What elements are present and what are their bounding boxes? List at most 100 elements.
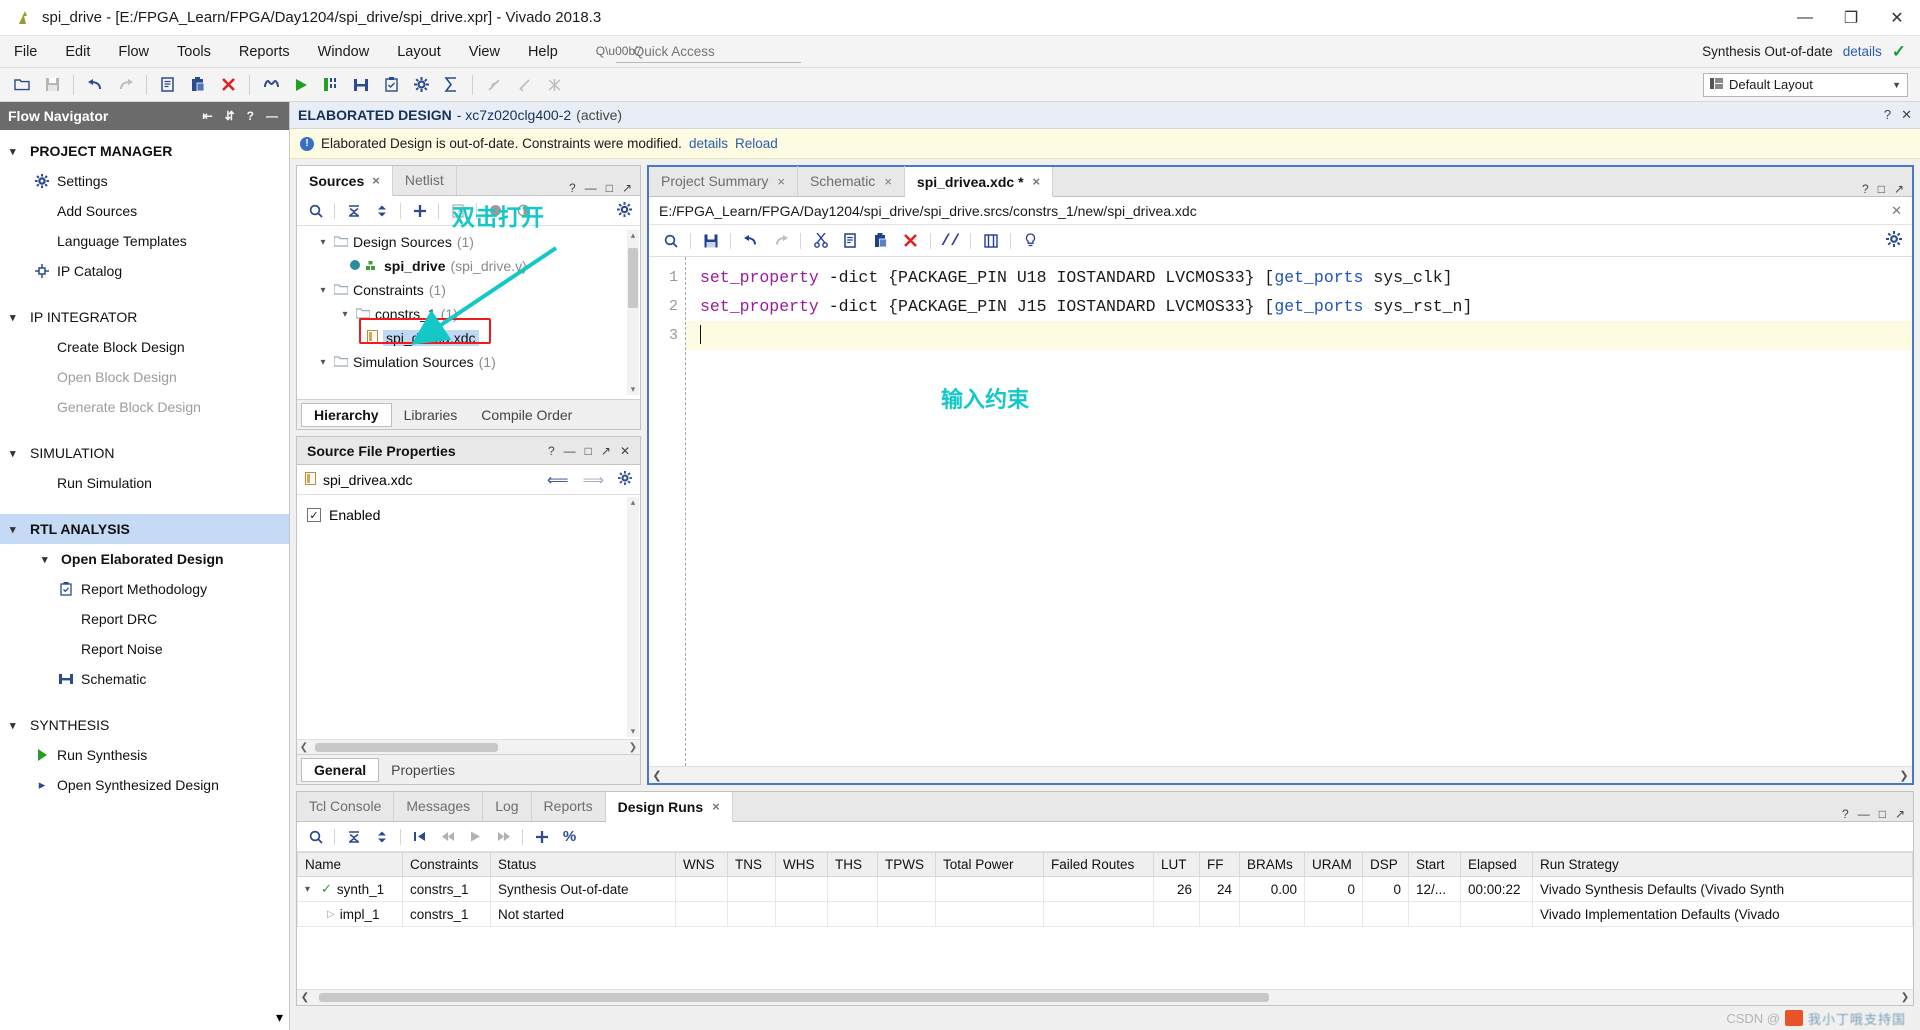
design-runs-hscrollbar[interactable]: ❮ ❯ <box>297 989 1913 1005</box>
sfp-scrollbar[interactable]: ▴ ▾ <box>627 497 639 737</box>
save-file-icon[interactable] <box>697 227 724 254</box>
col-whs[interactable]: WHS <box>775 852 828 877</box>
next-icon[interactable] <box>491 824 516 849</box>
sidebar-item-create-block-design[interactable]: Create Block Design <box>0 332 289 362</box>
sidebar-section-simulation[interactable]: ▾ SIMULATION <box>0 438 289 468</box>
menu-layout[interactable]: Layout <box>383 36 455 68</box>
copy-icon[interactable] <box>837 227 864 254</box>
tab-spi-drivea-xdc[interactable]: spi_drivea.xdc * × <box>904 167 1054 197</box>
enabled-checkbox-row[interactable]: ✓ Enabled <box>307 507 630 523</box>
collapse-all-icon[interactable] <box>341 824 366 849</box>
code-line-3[interactable] <box>686 321 1912 350</box>
add-sources-icon[interactable] <box>407 198 432 223</box>
redo-icon[interactable] <box>767 227 794 254</box>
minimize-icon[interactable]: — <box>564 444 576 458</box>
close-icon[interactable]: ✕ <box>1901 107 1912 123</box>
tab-schematic[interactable]: Schematic × <box>798 166 905 196</box>
hint-icon[interactable] <box>1017 227 1044 254</box>
help-icon[interactable]: ? <box>244 109 257 123</box>
expand-all-icon[interactable]: ⇵ <box>222 109 238 123</box>
sigma-icon[interactable] <box>437 71 465 99</box>
menu-file[interactable]: File <box>0 36 51 68</box>
expand-all-icon[interactable] <box>369 198 394 223</box>
sidebar-item-open-synthesized-design[interactable]: ▸ Open Synthesized Design <box>0 770 289 800</box>
chevron-down-icon[interactable]: ▾ <box>305 884 316 895</box>
gear-icon[interactable] <box>1886 230 1902 251</box>
cut-icon[interactable] <box>807 227 834 254</box>
maximize-button[interactable]: ❐ <box>1828 0 1874 36</box>
float-icon[interactable]: ↗ <box>1895 807 1905 821</box>
col-uram[interactable]: URAM <box>1304 852 1363 877</box>
float-icon[interactable]: ↗ <box>622 181 632 195</box>
maximize-icon[interactable]: □ <box>1879 807 1886 821</box>
run-icon[interactable] <box>463 824 488 849</box>
quick-access-input[interactable] <box>615 40 801 63</box>
sidebar-section-synthesis[interactable]: ▾ SYNTHESIS <box>0 710 289 740</box>
tab-project-summary[interactable]: Project Summary × <box>649 166 798 196</box>
tab-properties[interactable]: Properties <box>379 758 467 782</box>
chevron-down-icon[interactable]: ▾ <box>339 309 351 320</box>
col-tpws[interactable]: TPWS <box>877 852 936 877</box>
prev-icon[interactable] <box>435 824 460 849</box>
col-ff[interactable]: FF <box>1199 852 1240 877</box>
delete-icon[interactable] <box>214 71 242 99</box>
scroll-left-icon[interactable]: ❮ <box>297 992 313 1003</box>
help-icon[interactable]: ? <box>548 444 555 458</box>
col-tns[interactable]: TNS <box>727 852 776 877</box>
run-icon[interactable] <box>287 71 315 99</box>
sidebar-section-rtl-analysis[interactable]: ▾ RTL ANALYSIS <box>0 514 289 544</box>
warning-details-link[interactable]: details <box>689 136 728 151</box>
float-icon[interactable]: ↗ <box>601 444 611 458</box>
tab-design-runs[interactable]: Design Runs × <box>605 792 733 822</box>
code-line-2[interactable]: set_property -dict {PACKAGE_PIN J15 IOST… <box>686 292 1912 321</box>
menu-help[interactable]: Help <box>514 36 572 68</box>
menu-reports[interactable]: Reports <box>225 36 304 68</box>
sidebar-item-add-sources[interactable]: Add Sources <box>0 196 289 226</box>
col-dsp[interactable]: DSP <box>1362 852 1409 877</box>
help-icon[interactable]: ? <box>1842 807 1849 821</box>
sidebar-item-language-templates[interactable]: Language Templates <box>0 226 289 256</box>
col-brams[interactable]: BRAMs <box>1239 852 1305 877</box>
delete-icon[interactable] <box>897 227 924 254</box>
warning-reload-link[interactable]: Reload <box>735 136 778 151</box>
editor-hscrollbar[interactable]: ❮ ❯ <box>649 766 1912 783</box>
collapse-all-icon[interactable]: ⇤ <box>200 109 216 123</box>
scroll-left-icon[interactable]: ❮ <box>649 769 665 782</box>
search-icon[interactable] <box>303 198 328 223</box>
menu-view[interactable]: View <box>455 36 514 68</box>
arrow-right-icon[interactable]: ⟹ <box>582 471 604 489</box>
report-icon[interactable] <box>377 71 405 99</box>
paste-icon[interactable] <box>184 71 212 99</box>
redo-icon[interactable] <box>111 71 139 99</box>
sidebar-item-report-drc[interactable]: Report DRC <box>0 604 289 634</box>
chevron-down-icon[interactable]: ▾ <box>317 237 329 248</box>
first-icon[interactable] <box>407 824 432 849</box>
help-icon[interactable]: ? <box>1884 107 1891 123</box>
sidebar-item-run-synthesis[interactable]: Run Synthesis <box>0 740 289 770</box>
col-failed-routes[interactable]: Failed Routes <box>1043 852 1154 877</box>
col-wns[interactable]: WNS <box>675 852 728 877</box>
close-icon[interactable]: ✕ <box>1891 203 1902 219</box>
table-row[interactable]: ▾ ✓ synth_1 constrs_1 Synthesis Out-of-d… <box>297 876 1913 902</box>
run-name-cell[interactable]: ▾ ✓ synth_1 <box>297 876 403 902</box>
menu-flow[interactable]: Flow <box>104 36 163 68</box>
sidebar-item-run-simulation[interactable]: Run Simulation <box>0 468 289 498</box>
sidebar-item-report-methodology[interactable]: Report Methodology <box>0 574 289 604</box>
tab-netlist[interactable]: Netlist <box>393 165 457 195</box>
tree-node-design-sources[interactable]: ▾ Design Sources (1) <box>297 230 640 254</box>
arrow-left-icon[interactable]: ⟸ <box>547 471 569 489</box>
close-icon[interactable]: × <box>777 174 785 189</box>
tree-node-constraints[interactable]: ▾ Constraints (1) <box>297 278 640 302</box>
close-button[interactable]: ✕ <box>1874 0 1920 36</box>
synthesis-details-link[interactable]: details <box>1843 44 1882 59</box>
marker3-icon[interactable] <box>540 71 568 99</box>
comment-icon[interactable]: // <box>937 227 964 254</box>
menu-window[interactable]: Window <box>304 36 384 68</box>
menu-edit[interactable]: Edit <box>51 36 104 68</box>
maximize-icon[interactable]: □ <box>606 181 613 195</box>
sfp-hscrollbar[interactable]: ❮ ❯ <box>297 739 640 754</box>
float-icon[interactable]: ↗ <box>1894 182 1904 196</box>
col-name[interactable]: Name <box>297 852 403 877</box>
tab-messages[interactable]: Messages <box>394 791 484 821</box>
minimize-icon[interactable]: — <box>585 181 597 195</box>
